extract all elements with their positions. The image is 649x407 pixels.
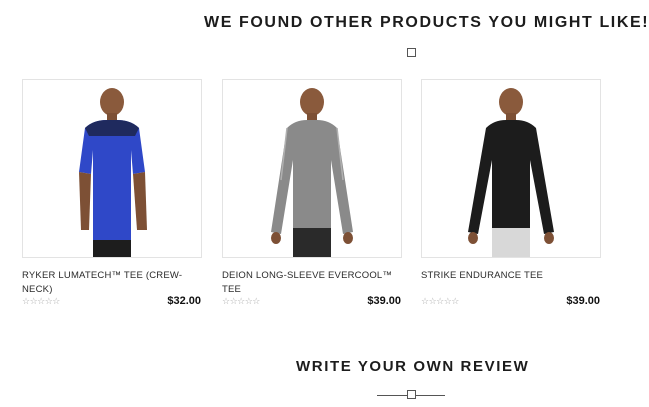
product-photo-gray-tee [271,88,353,257]
write-review-title: WRITE YOUR OWN REVIEW [296,358,530,375]
product-price: $32.00 [167,295,201,307]
product-image[interactable] [421,79,601,258]
product-name[interactable]: STRIKE ENDURANCE TEE [421,269,600,297]
related-products-list: RYKER LUMATECH™ TEE (CREW-NECK) ☆☆☆☆☆ $3… [22,79,622,319]
product-name[interactable]: RYKER LUMATECH™ TEE (CREW-NECK) [22,269,201,297]
product-card[interactable]: STRIKE ENDURANCE TEE ☆☆☆☆☆ $39.00 [421,79,601,313]
product-image[interactable] [222,79,402,258]
rating-stars-icon: ☆☆☆☆☆ [421,297,459,307]
title-divider-icon [407,48,416,57]
rating-stars-icon: ☆☆☆☆☆ [22,297,60,307]
product-photo-black-tee [468,88,554,257]
product-name[interactable]: DEION LONG-SLEEVE EVERCOOL™ TEE [222,269,401,297]
product-photo-blue-tee [79,88,147,257]
related-products-title: WE FOUND OTHER PRODUCTS YOU MIGHT LIKE! [204,14,649,31]
product-price: $39.00 [367,295,401,307]
product-image[interactable] [22,79,202,258]
review-divider [377,390,445,400]
rating-stars-icon: ☆☆☆☆☆ [222,297,260,307]
review-divider-icon [407,390,416,399]
product-price: $39.00 [566,295,600,307]
product-card[interactable]: DEION LONG-SLEEVE EVERCOOL™ TEE ☆☆☆☆☆ $3… [222,79,402,313]
product-card[interactable]: RYKER LUMATECH™ TEE (CREW-NECK) ☆☆☆☆☆ $3… [22,79,202,313]
